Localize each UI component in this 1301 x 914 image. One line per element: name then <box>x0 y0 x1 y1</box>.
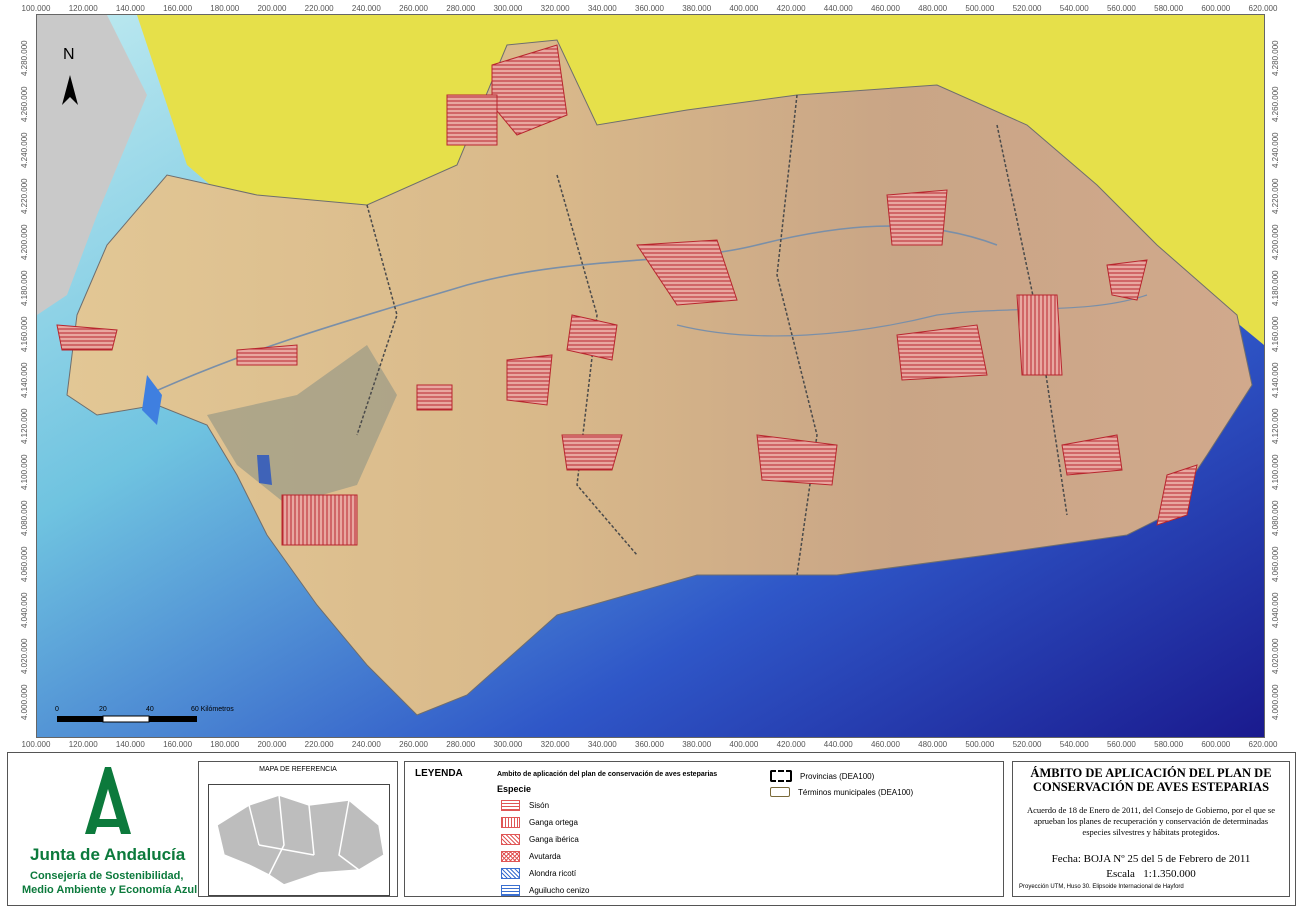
legend-species-item: Avutarda <box>501 851 561 862</box>
scale-label: 60 Kilómetros <box>191 706 234 713</box>
legend-subtitle: Ambito de aplicación del plan de conserv… <box>497 771 718 778</box>
legend-swatch <box>501 885 520 896</box>
habitat-area <box>56 324 118 351</box>
y-tick-label: 4.180.000 <box>1271 270 1280 306</box>
x-tick-label: 620.000 <box>1248 740 1278 749</box>
y-tick-label: 4.060.000 <box>20 546 29 582</box>
legend-title: LEYENDA <box>415 768 463 779</box>
map-footer-panel: Junta de Andalucía Consejería de Sosteni… <box>7 752 1296 906</box>
y-tick-label: 4.240.000 <box>20 132 29 168</box>
map-description: Acuerdo de 18 de Enero de 2011, del Cons… <box>1026 805 1275 837</box>
legend-species-label: Ganga ortega <box>529 818 578 827</box>
legend-swatch <box>501 851 520 862</box>
y-tick-label: 4.100.000 <box>1271 454 1280 490</box>
reference-map-svg <box>216 794 385 886</box>
y-tick-label: 4.240.000 <box>1271 132 1280 168</box>
consejeria-line2: Medio Ambiente y Economía Azul <box>22 884 198 896</box>
junta-logo: Junta de Andalucía Consejería de Sosteni… <box>18 759 197 899</box>
y-tick-label: 4.140.000 <box>20 362 29 398</box>
map-svg: N 0 20 40 60 Kilómetros <box>37 15 1264 737</box>
junta-emblem-icon <box>85 767 131 834</box>
reference-andalusia <box>216 794 385 886</box>
y-tick-label: 4.260.000 <box>1271 86 1280 122</box>
scale-label: 0 <box>55 706 59 713</box>
x-tick-label: 620.000 <box>1248 4 1278 13</box>
legend-species-label: Avutarda <box>529 852 561 861</box>
consejeria-line1: Consejería de Sostenibilidad, <box>30 870 184 882</box>
y-tick-label: 4.140.000 <box>1271 362 1280 398</box>
legend-boundary-item: Provincias (DEA100) <box>770 770 874 782</box>
legend-species-item: Aguilucho cenizo <box>501 885 589 896</box>
scale-bar <box>57 715 197 723</box>
habitat-area <box>561 434 623 471</box>
y-tick-label: 4.120.000 <box>1271 408 1280 444</box>
y-tick-label: 4.080.000 <box>1271 500 1280 536</box>
title-block: ÁMBITO DE APLICACIÓN DEL PLAN DE CONSERV… <box>1012 761 1290 897</box>
legend-box: LEYENDA Ambito de aplicación del plan de… <box>404 761 1004 897</box>
legend-boundary-label: Provincias (DEA100) <box>800 771 875 781</box>
legend-boundary-item: Términos municipales (DEA100) <box>770 787 913 797</box>
legend-species-label: Ganga ibérica <box>529 835 579 844</box>
y-tick-label: 4.200.000 <box>20 224 29 260</box>
legend-species-label: Sisón <box>529 801 550 810</box>
reference-map-box: MAPA DE REFERENCIA <box>198 761 398 897</box>
scale-label: 20 <box>99 706 107 713</box>
y-tick-label: 4.260.000 <box>20 86 29 122</box>
y-tick-label: 4.180.000 <box>20 270 29 306</box>
legend-swatch <box>501 834 520 845</box>
legend-species-item: Sisón <box>501 800 549 811</box>
y-tick-label: 4.200.000 <box>1271 224 1280 260</box>
y-tick-label: 4.020.000 <box>1271 638 1280 674</box>
y-tick-label: 4.040.000 <box>1271 592 1280 628</box>
y-tick-label: 4.040.000 <box>20 592 29 628</box>
habitat-area <box>506 354 553 406</box>
junta-name: Junta de Andalucía <box>30 845 186 864</box>
legend-species-item: Alondra ricotí <box>501 868 576 879</box>
legend-swatch <box>501 868 520 879</box>
map-title: ÁMBITO DE APLICACIÓN DEL PLAN DE CONSERV… <box>1030 766 1272 794</box>
legend-species-item: Ganga ibérica <box>501 834 579 845</box>
habitat-area <box>896 324 988 381</box>
y-tick-label: 4.120.000 <box>20 408 29 444</box>
map-canvas[interactable]: N 0 20 40 60 Kilómetros <box>36 14 1265 738</box>
y-tick-label: 4.060.000 <box>1271 546 1280 582</box>
habitat-area <box>1016 294 1063 376</box>
y-tick-label: 4.160.000 <box>1271 316 1280 352</box>
map-date: Fecha: BOJA Nº 25 del 5 de Febrero de 20… <box>1051 853 1251 865</box>
y-tick-label: 4.080.000 <box>20 500 29 536</box>
y-tick-label: 4.280.000 <box>1271 40 1280 76</box>
map-projection: Proyección UTM, Huso 30. Elipsoide Inter… <box>1019 884 1184 890</box>
habitat-area <box>446 94 498 146</box>
y-tick-label: 4.000.000 <box>1271 684 1280 720</box>
legend-species-label: Alondra ricotí <box>529 869 577 878</box>
y-tick-label: 4.100.000 <box>20 454 29 490</box>
y-tick-label: 4.160.000 <box>20 316 29 352</box>
legend-swatch <box>501 800 520 811</box>
legend-species-item: Ganga ortega <box>501 817 578 828</box>
habitat-area <box>886 189 948 246</box>
habitat-area <box>281 494 358 546</box>
y-tick-label: 4.280.000 <box>20 40 29 76</box>
reference-map-frame <box>208 784 390 896</box>
map-sheet: 100.000 120.000 140.000 160.000 180.000 200.0… <box>0 0 1301 914</box>
habitat-area <box>416 384 453 411</box>
legend-species-label: Aguilucho cenizo <box>529 886 590 895</box>
y-tick-label: 4.020.000 <box>20 638 29 674</box>
y-tick-label: 4.000.000 <box>20 684 29 720</box>
scale-label: 40 <box>146 706 154 713</box>
reference-map-title: MAPA DE REFERENCIA <box>259 766 337 773</box>
legend-boundary-label: Términos municipales (DEA100) <box>798 787 914 797</box>
y-tick-label: 4.220.000 <box>20 178 29 214</box>
legend-boundary-swatch <box>770 770 792 782</box>
north-label: N <box>63 46 75 63</box>
legend-swatch <box>501 817 520 828</box>
map-scale: Escala 1:1.350.000 <box>1106 868 1196 880</box>
y-tick-label: 4.220.000 <box>1271 178 1280 214</box>
legend-species-header: Especie <box>497 784 532 794</box>
legend-boundary-swatch <box>770 787 790 797</box>
